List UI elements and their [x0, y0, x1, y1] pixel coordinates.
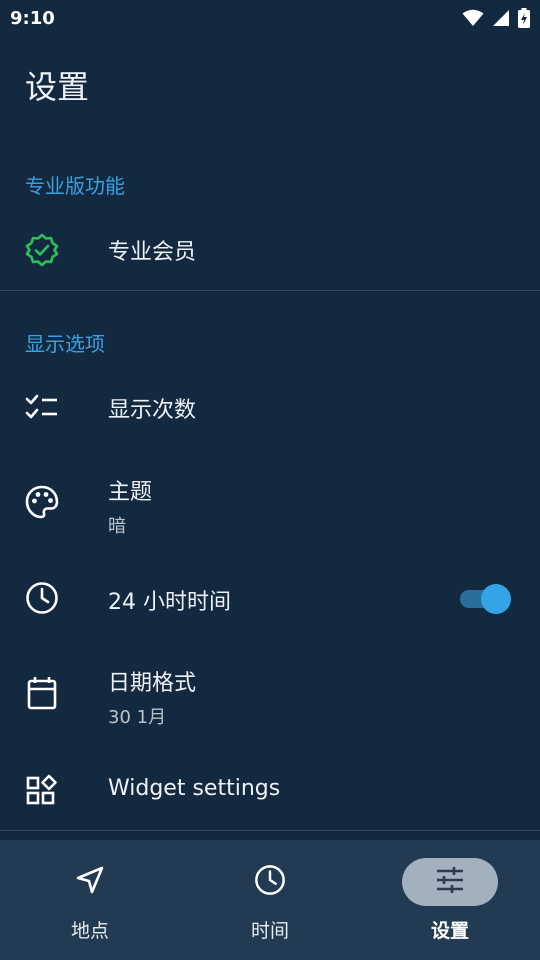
time24-toggle[interactable]: [460, 584, 512, 614]
nav-item-time[interactable]: 时间: [180, 840, 360, 960]
time24-label: 24 小时时间: [108, 590, 231, 615]
theme-row[interactable]: 主题 暗: [0, 464, 540, 544]
clock-icon: [254, 864, 286, 900]
nav-icon-wrap: [42, 858, 138, 906]
clock-icon: [24, 580, 60, 616]
nav-icon-wrap: [222, 858, 318, 906]
palette-icon: [24, 484, 60, 520]
show-count-label: 显示次数: [108, 398, 197, 423]
section-header-display: 显示选项: [25, 332, 105, 356]
section-header-pro: 专业版功能: [25, 174, 125, 198]
sliders-icon: [435, 866, 465, 898]
nav-label-places: 地点: [70, 920, 109, 942]
nav-label-time: 时间: [250, 920, 289, 942]
nav-item-places[interactable]: 地点: [0, 840, 180, 960]
show-count-row[interactable]: 显示次数: [0, 372, 540, 444]
battery-charging-icon: [518, 8, 530, 28]
divider: [0, 290, 540, 291]
date-format-row[interactable]: 日期格式 30 1月: [0, 655, 540, 735]
status-icons: [462, 8, 530, 28]
wifi-icon: [462, 9, 484, 27]
navigation-arrow-icon: [75, 865, 105, 899]
widget-settings-label: Widget settings: [108, 776, 281, 801]
widget-settings-row[interactable]: Widget settings: [0, 754, 540, 826]
checklist-icon: [24, 390, 60, 426]
bottom-navigation: 地点 时间 设置: [0, 840, 540, 960]
toggle-thumb[interactable]: [481, 584, 511, 614]
calendar-icon: [24, 675, 60, 711]
nav-item-settings[interactable]: 设置: [360, 840, 540, 960]
pro-member-label: 专业会员: [108, 240, 197, 265]
theme-value: 暗: [108, 516, 126, 537]
theme-label: 主题: [108, 480, 153, 505]
nav-active-indicator: [402, 858, 498, 906]
date-format-value: 30 1月: [108, 707, 167, 728]
time24-row[interactable]: 24 小时时间: [0, 562, 540, 634]
widgets-icon: [24, 772, 60, 808]
status-time: 9:10: [10, 7, 55, 29]
nav-label-settings: 设置: [430, 920, 469, 942]
status-bar: 9:10: [0, 0, 540, 36]
date-format-label: 日期格式: [108, 671, 197, 696]
page-title: 设置: [25, 68, 90, 106]
divider: [0, 830, 540, 831]
cell-signal-icon: [492, 9, 510, 27]
verified-badge-icon: [24, 232, 60, 268]
pro-member-row[interactable]: 专业会员: [0, 214, 540, 286]
